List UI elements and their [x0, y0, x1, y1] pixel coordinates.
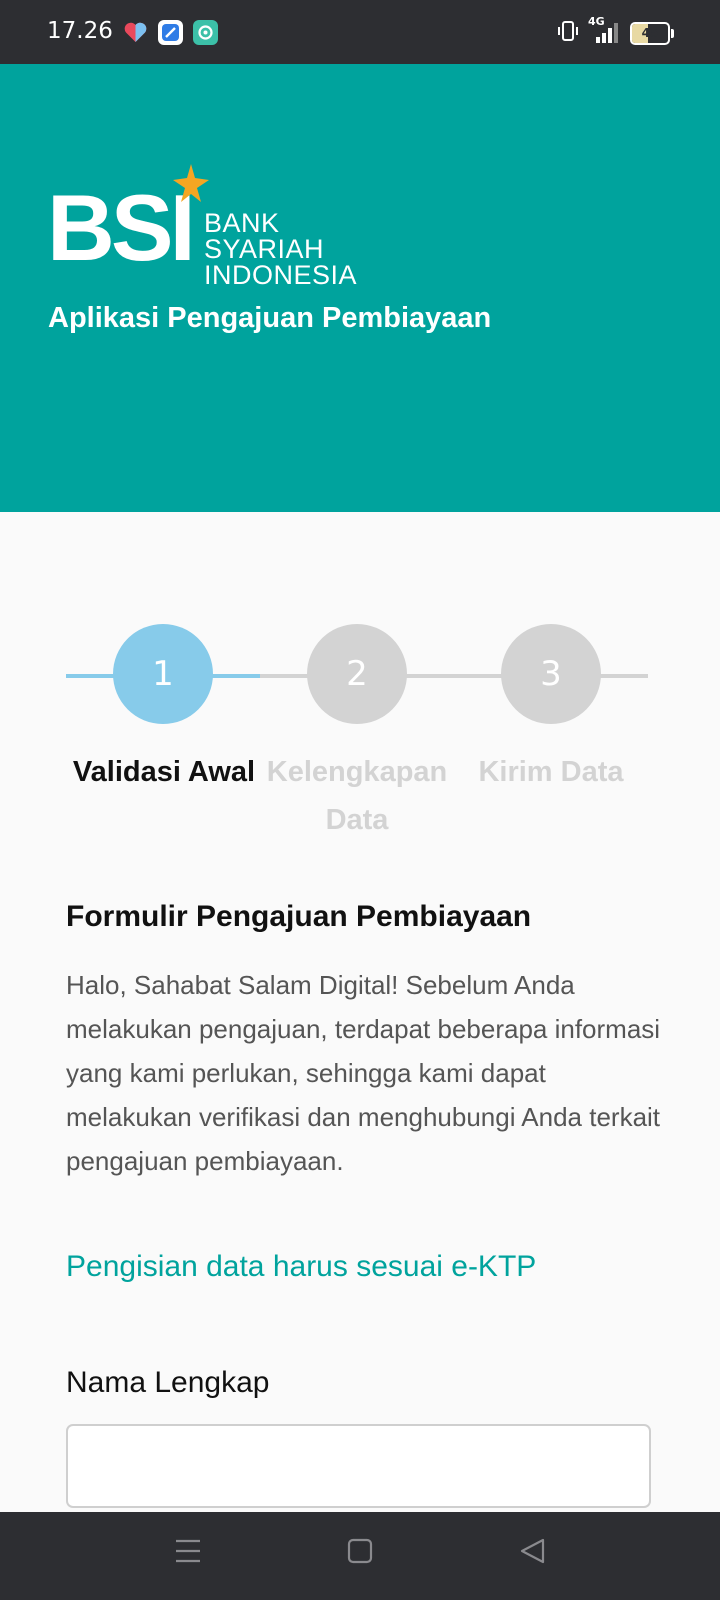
progress-stepper: 1 2 3 Validasi Awal Kelengkapan Data Kir…: [66, 624, 648, 844]
battery-level: 45: [641, 26, 659, 40]
page-title: Aplikasi Pengajuan Pembiayaan: [48, 302, 492, 334]
network-type: 4G: [588, 15, 605, 28]
status-bar: 17.26 4G 45: [0, 0, 720, 64]
status-time: 17.26: [47, 18, 113, 44]
form-title: Formulir Pengajuan Pembiayaan: [66, 900, 532, 933]
menu-icon[interactable]: [174, 1536, 202, 1571]
step-1-label-text: Validasi Awal: [72, 756, 256, 788]
logo-text: BSI: [47, 175, 192, 274]
step-1-circle: 1: [113, 624, 213, 724]
step-3-circle: 3: [501, 624, 601, 724]
full-name-label: Nama Lengkap: [66, 1366, 270, 1399]
step-2-label-line1: Kelengkapan: [266, 756, 448, 788]
app-header: BSI BANK SYARIAH INDONESIA Aplikasi Peng…: [0, 64, 720, 512]
step-2-circle: 2: [307, 624, 407, 724]
logo-subtitle-line1: BANK SYARIAH: [204, 208, 325, 264]
step-1-label: Validasi Awal: [62, 748, 266, 796]
form-description: Halo, Sahabat Salam Digital! Sebelum And…: [66, 970, 661, 1176]
ektp-notice: Pengisian data harus sesuai e-KTP: [66, 1250, 537, 1283]
step-2-label: Kelengkapan Data: [256, 748, 458, 844]
bsi-logo: BSI BANK SYARIAH INDONESIA: [47, 164, 407, 289]
heart-app-icon: [123, 20, 148, 45]
signal-icon: 4G: [588, 15, 620, 45]
step-2-label-line2: Data: [325, 804, 389, 836]
step-3-label-text: Kirim Data: [478, 756, 624, 788]
battery-icon: 45: [630, 21, 674, 45]
blue-app-icon: [158, 20, 183, 45]
home-icon[interactable]: [347, 1536, 373, 1571]
chat-app-icon: [193, 20, 218, 45]
status-icons: 4G 45: [556, 15, 674, 48]
back-icon[interactable]: [518, 1536, 546, 1571]
step-3-label: Kirim Data: [450, 748, 652, 796]
navigation-bar: [0, 1512, 720, 1600]
vibrate-icon: [556, 19, 580, 48]
logo-subtitle-line2: INDONESIA: [204, 260, 358, 290]
full-name-input[interactable]: [66, 1424, 651, 1508]
